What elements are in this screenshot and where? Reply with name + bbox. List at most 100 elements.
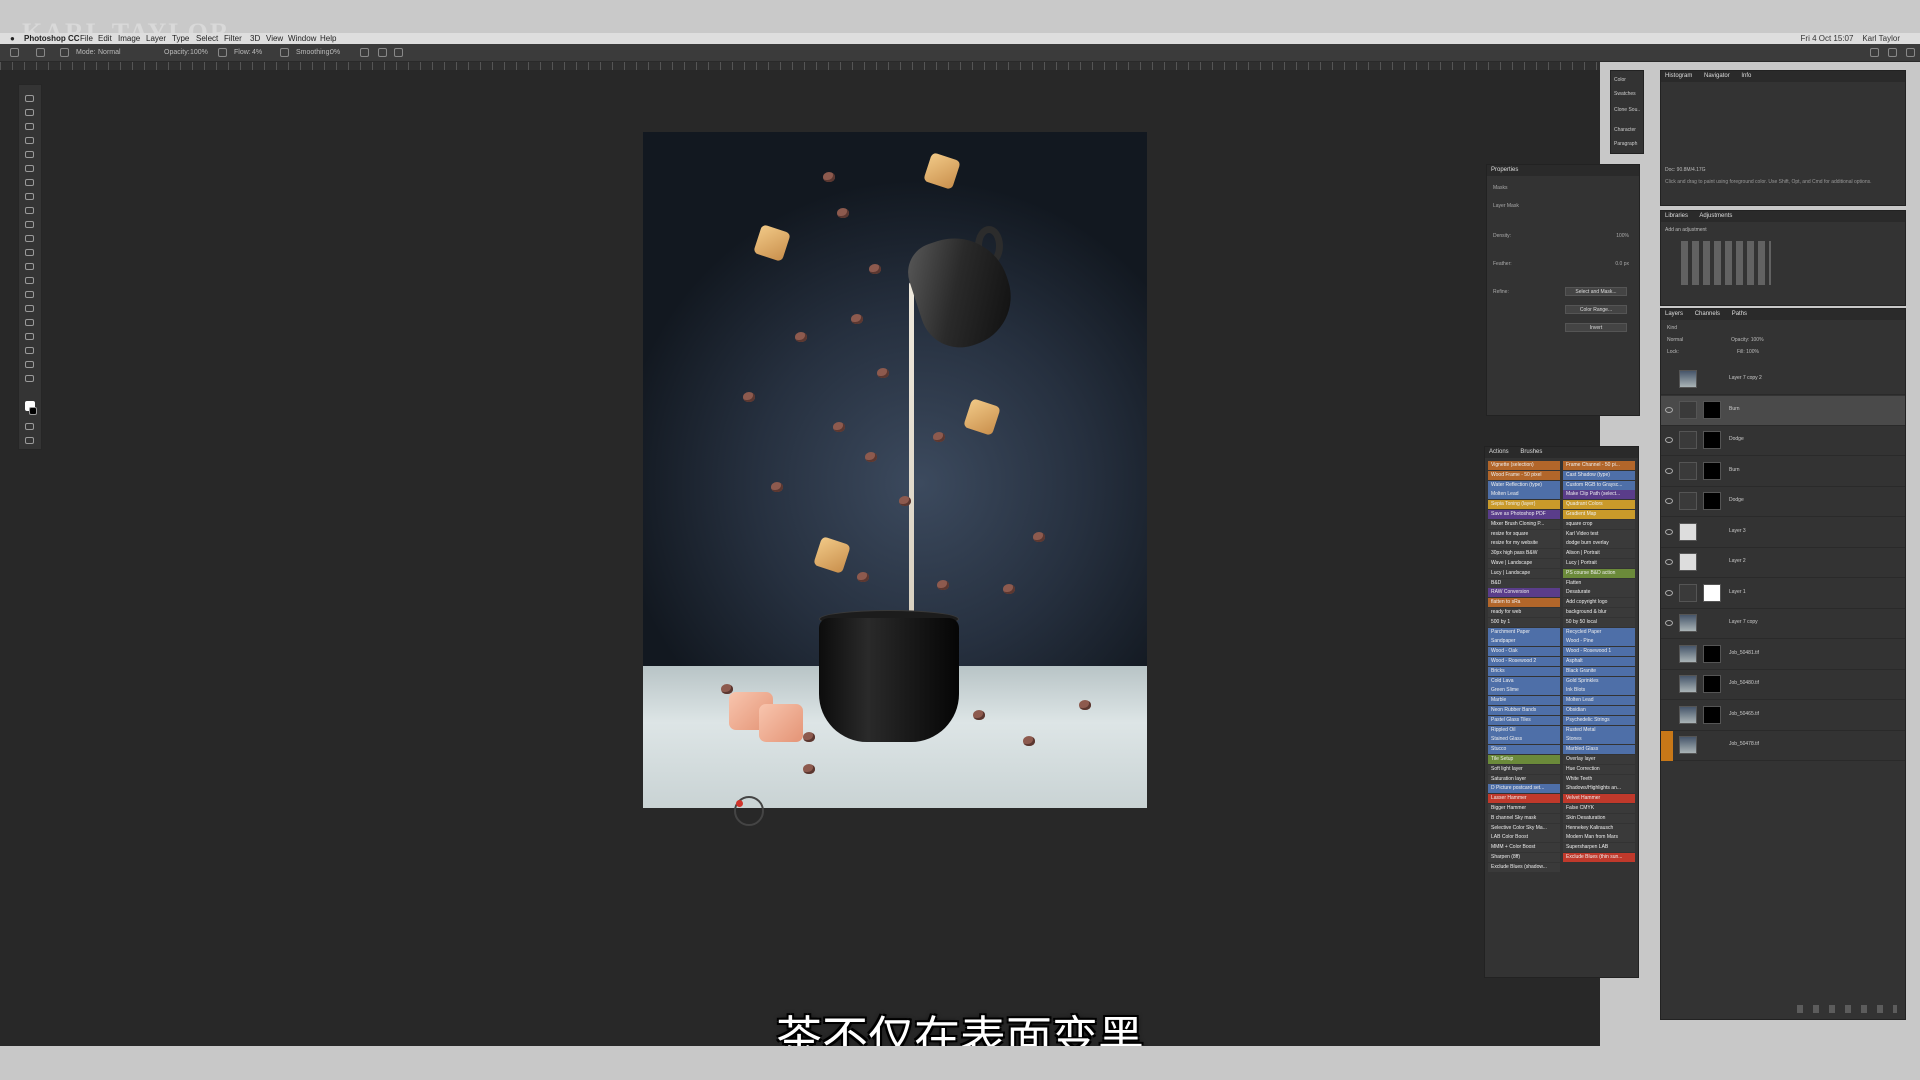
- action-item[interactable]: Soft light layer: [1488, 764, 1560, 774]
- menu-app-name[interactable]: Photoshop CC: [24, 33, 80, 44]
- density-value[interactable]: 100%: [1616, 233, 1629, 239]
- action-item[interactable]: resize for square: [1488, 529, 1560, 539]
- dock-clone-source[interactable]: Clone Sou..: [1614, 107, 1640, 113]
- crop-tool-icon[interactable]: [25, 151, 34, 158]
- action-item[interactable]: Stucco: [1488, 745, 1560, 755]
- quick-select-tool-icon[interactable]: [25, 137, 34, 144]
- marquee-tool-icon[interactable]: [25, 109, 34, 116]
- action-item[interactable]: Water Reflection (type): [1488, 480, 1560, 490]
- layer-mask-thumbnail[interactable]: [1703, 461, 1721, 480]
- layer-row[interactable]: Layer 7 copy: [1661, 609, 1905, 639]
- smoothing-value[interactable]: 0%: [330, 44, 340, 61]
- action-item[interactable]: Wood - Pine: [1563, 637, 1635, 647]
- brush-preset-icon[interactable]: [36, 48, 45, 57]
- tab-brushes[interactable]: Brushes: [1520, 449, 1542, 455]
- tab-navigator[interactable]: Navigator: [1704, 73, 1730, 79]
- layer-row[interactable]: Job_50480.tif: [1661, 670, 1905, 700]
- layer-row[interactable]: Job_50478.tif: [1661, 731, 1905, 761]
- action-item[interactable]: Obsidian: [1563, 706, 1635, 715]
- action-item[interactable]: Wood Frame - 50 pixel: [1488, 470, 1560, 480]
- layer-mask-thumbnail[interactable]: [1703, 675, 1721, 693]
- action-item[interactable]: Hue Correction: [1563, 764, 1635, 774]
- select-and-mask-button[interactable]: Select and Mask...: [1565, 287, 1627, 296]
- gradient-tool-icon[interactable]: [25, 249, 34, 256]
- action-item[interactable]: Make Clip Path (select...: [1563, 490, 1635, 500]
- action-item[interactable]: LAB Color Boost: [1488, 833, 1560, 843]
- visibility-eye-icon[interactable]: [1665, 559, 1673, 565]
- layer-row[interactable]: Layer 1: [1661, 579, 1905, 609]
- visibility-eye-icon[interactable]: [1665, 467, 1673, 474]
- brush-settings-icon[interactable]: [60, 48, 69, 57]
- layer-row[interactable]: Dodge: [1661, 426, 1905, 456]
- menu-layer[interactable]: Layer: [146, 33, 166, 44]
- mode-select[interactable]: Normal: [98, 44, 121, 61]
- action-item[interactable]: Custom RGB to Graysc...: [1563, 480, 1635, 490]
- path-select-tool-icon[interactable]: [25, 319, 34, 326]
- menu-window[interactable]: Window: [288, 33, 316, 44]
- action-item[interactable]: Black Granite: [1563, 666, 1635, 676]
- airbrush-icon[interactable]: [280, 48, 289, 57]
- move-tool-icon[interactable]: [25, 95, 34, 102]
- action-item[interactable]: Lucy | Landscape: [1488, 568, 1560, 578]
- action-item[interactable]: Rusted Metal: [1563, 725, 1635, 735]
- search-icon[interactable]: [1870, 48, 1879, 57]
- visibility-eye-icon[interactable]: [1665, 528, 1673, 535]
- action-item[interactable]: Lucy | Portrait: [1563, 559, 1635, 568]
- workspace-icon[interactable]: [1888, 48, 1897, 57]
- action-item[interactable]: background & blur: [1563, 608, 1635, 617]
- tab-channels[interactable]: Channels: [1695, 311, 1720, 317]
- menu-file[interactable]: File: [80, 33, 93, 44]
- action-item[interactable]: Stones: [1563, 735, 1635, 745]
- menu-edit[interactable]: Edit: [98, 33, 112, 44]
- action-item[interactable]: Neon Rubber Bands: [1488, 706, 1560, 715]
- visibility-eye-icon[interactable]: [1665, 406, 1673, 413]
- blur-tool-icon[interactable]: [25, 263, 34, 270]
- action-item[interactable]: Molten Lead: [1488, 490, 1560, 500]
- tab-actions[interactable]: Actions: [1489, 449, 1509, 455]
- action-item[interactable]: Flatten: [1563, 578, 1635, 588]
- pressure-size-icon[interactable]: [378, 48, 387, 57]
- quick-mask-icon[interactable]: [25, 423, 34, 430]
- action-item[interactable]: MMM + Color Boost: [1488, 843, 1560, 853]
- dodge-tool-icon[interactable]: [25, 277, 34, 284]
- action-item[interactable]: Gradient Map: [1563, 510, 1635, 519]
- layer-row[interactable]: Layer 7 copy 2: [1661, 365, 1905, 395]
- feather-value[interactable]: 0.0 px: [1615, 261, 1629, 267]
- action-item[interactable]: PS course B&D action: [1563, 568, 1635, 578]
- zoom-tool-icon[interactable]: [25, 361, 34, 368]
- action-item[interactable]: Overlay layer: [1563, 755, 1635, 764]
- menu-image[interactable]: Image: [118, 33, 140, 44]
- action-item[interactable]: D Picture postcard set...: [1488, 784, 1560, 794]
- visibility-eye-icon[interactable]: [1665, 498, 1673, 504]
- action-item[interactable]: Desaturate: [1563, 588, 1635, 598]
- pressure-opacity-icon[interactable]: [218, 48, 227, 57]
- layer-mask-thumbnail[interactable]: [1703, 431, 1721, 449]
- blend-mode-select[interactable]: Normal: [1667, 337, 1683, 343]
- layer-mask-thumbnail[interactable]: [1703, 705, 1721, 724]
- action-item[interactable]: Exclude Blues (shadow...: [1488, 862, 1560, 872]
- edit-toolbar-icon[interactable]: [25, 375, 34, 382]
- layer-row[interactable]: Layer 2: [1661, 548, 1905, 578]
- layer-mask-thumbnail[interactable]: [1703, 492, 1721, 510]
- action-item[interactable]: Hennekey Kalirausch: [1563, 823, 1635, 833]
- action-item[interactable]: Quadrant Colors: [1563, 500, 1635, 510]
- action-item[interactable]: flatten to sRa: [1488, 598, 1560, 608]
- shape-tool-icon[interactable]: [25, 333, 34, 340]
- action-item[interactable]: 500 by 1: [1488, 617, 1560, 627]
- dock-swatches[interactable]: Swatches: [1614, 91, 1636, 97]
- action-item[interactable]: Add copyright logo: [1563, 598, 1635, 608]
- action-item[interactable]: Wood - Rosewood 1: [1563, 647, 1635, 657]
- menu-filter[interactable]: Filter: [224, 33, 242, 44]
- dock-paragraph[interactable]: Paragraph: [1614, 141, 1637, 147]
- action-item[interactable]: Cold Lava: [1488, 676, 1560, 686]
- action-item[interactable]: Mixer Brush Cloning P...: [1488, 519, 1560, 529]
- action-item[interactable]: Pastel Glass Tiles: [1488, 715, 1560, 725]
- action-item[interactable]: Supersharpen LAB: [1563, 843, 1635, 853]
- action-item[interactable]: Wave | Landscape: [1488, 559, 1560, 568]
- action-item[interactable]: Save as Photoshop PDF: [1488, 510, 1560, 519]
- action-item[interactable]: Marbled Glass: [1563, 745, 1635, 755]
- action-item[interactable]: Tile Setup: [1488, 755, 1560, 764]
- type-tool-icon[interactable]: [25, 305, 34, 312]
- opacity-value[interactable]: 100%: [190, 44, 208, 61]
- symmetry-icon[interactable]: [394, 48, 403, 57]
